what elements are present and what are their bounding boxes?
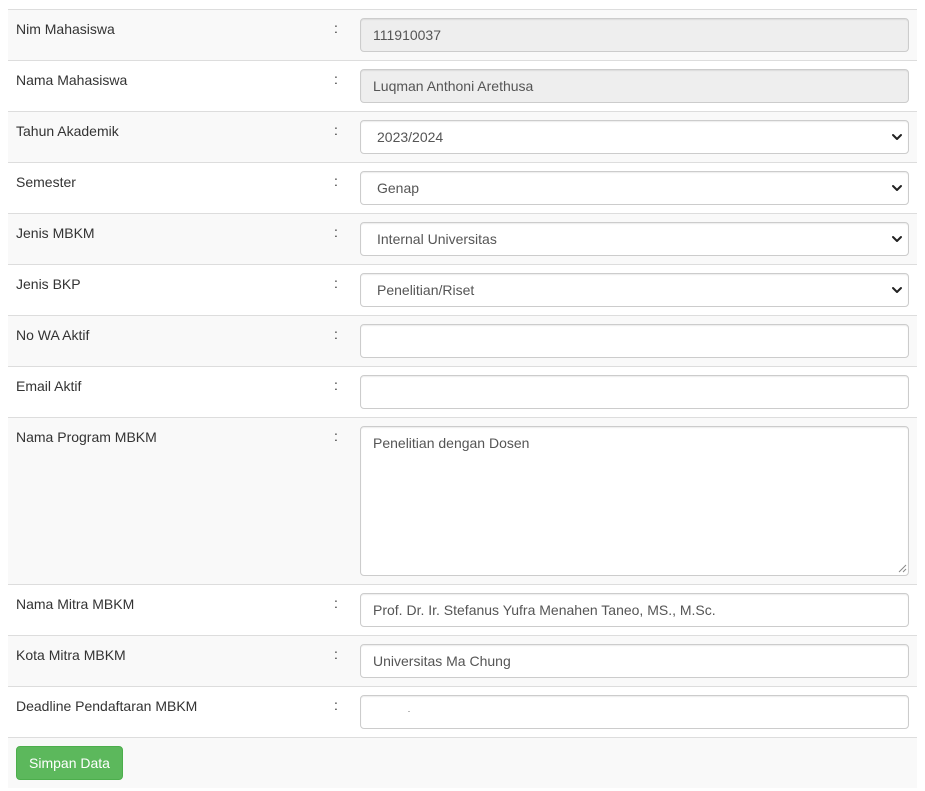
jenis-mbkm-selected: Internal Universitas <box>377 231 497 247</box>
jenis-mbkm-select[interactable]: Internal Universitas <box>360 222 909 256</box>
colon-separator: : <box>334 122 338 138</box>
kota-mitra-input[interactable] <box>360 644 909 678</box>
form-footer: Simpan Data <box>8 738 917 788</box>
resize-grip-icon[interactable] <box>897 563 907 573</box>
colon-separator: : <box>334 428 338 444</box>
jenis-bkp-select[interactable]: Penelitian/Riset <box>360 273 909 307</box>
no-wa-input[interactable] <box>360 324 909 358</box>
deadline-date-input[interactable] <box>360 695 909 729</box>
nama-mitra-label: Nama Mitra MBKM <box>16 596 135 612</box>
tahun-akademik-label: Tahun Akademik <box>16 123 119 139</box>
chevron-down-icon <box>892 236 902 242</box>
deadline-label: Deadline Pendaftaran MBKM <box>16 698 198 714</box>
semester-selected: Genap <box>377 180 420 196</box>
row-kota-mitra: Kota Mitra MBKM : <box>8 636 917 687</box>
nama-program-textarea[interactable]: Penelitian dengan Dosen <box>360 426 909 576</box>
kota-mitra-label: Kota Mitra MBKM <box>16 647 126 663</box>
row-deadline: Deadline Pendaftaran MBKM : <box>8 687 917 738</box>
row-nim: Nim Mahasiswa : <box>8 10 917 61</box>
row-nama-mitra: Nama Mitra MBKM : <box>8 585 917 636</box>
colon-separator: : <box>334 173 338 189</box>
nim-label: Nim Mahasiswa <box>16 21 115 37</box>
nama-label: Nama Mahasiswa <box>16 72 128 88</box>
nim-field[interactable] <box>360 18 909 52</box>
jenis-mbkm-label: Jenis MBKM <box>16 225 95 241</box>
semester-select[interactable]: Genap <box>360 171 909 205</box>
colon-separator: : <box>334 697 338 713</box>
colon-separator: : <box>334 224 338 240</box>
semester-label: Semester <box>16 174 76 190</box>
row-jenis-bkp: Jenis BKP : Penelitian/Riset <box>8 265 917 316</box>
jenis-bkp-selected: Penelitian/Riset <box>377 282 475 298</box>
tahun-akademik-select[interactable]: 2023/2024 <box>360 120 909 154</box>
row-no-wa: No WA Aktif : <box>8 316 917 367</box>
chevron-down-icon <box>892 185 902 191</box>
mbkm-registration-form: Nim Mahasiswa : Nama Mahasiswa : Tahun A… <box>8 9 917 788</box>
chevron-down-icon <box>892 287 902 293</box>
row-nama: Nama Mahasiswa : <box>8 61 917 112</box>
colon-separator: : <box>334 646 338 662</box>
row-nama-program: Nama Program MBKM : Penelitian dengan Do… <box>8 418 917 585</box>
no-wa-label: No WA Aktif <box>16 327 90 343</box>
email-input[interactable] <box>360 375 909 409</box>
colon-separator: : <box>334 20 338 36</box>
jenis-bkp-label: Jenis BKP <box>16 276 81 292</box>
row-email: Email Aktif : <box>8 367 917 418</box>
row-jenis-mbkm: Jenis MBKM : Internal Universitas <box>8 214 917 265</box>
nama-mitra-input[interactable] <box>360 593 909 627</box>
date-placeholder-mark <box>408 711 410 712</box>
colon-separator: : <box>334 275 338 291</box>
row-tahun-akademik: Tahun Akademik : 2023/2024 <box>8 112 917 163</box>
colon-separator: : <box>334 326 338 342</box>
nama-field[interactable] <box>360 69 909 103</box>
row-semester: Semester : Genap <box>8 163 917 214</box>
colon-separator: : <box>334 377 338 393</box>
tahun-akademik-selected: 2023/2024 <box>377 129 444 145</box>
save-button[interactable]: Simpan Data <box>16 746 123 780</box>
colon-separator: : <box>334 71 338 87</box>
chevron-down-icon <box>892 134 902 140</box>
email-label: Email Aktif <box>16 378 82 394</box>
colon-separator: : <box>334 595 338 611</box>
nama-program-label: Nama Program MBKM <box>16 429 157 445</box>
